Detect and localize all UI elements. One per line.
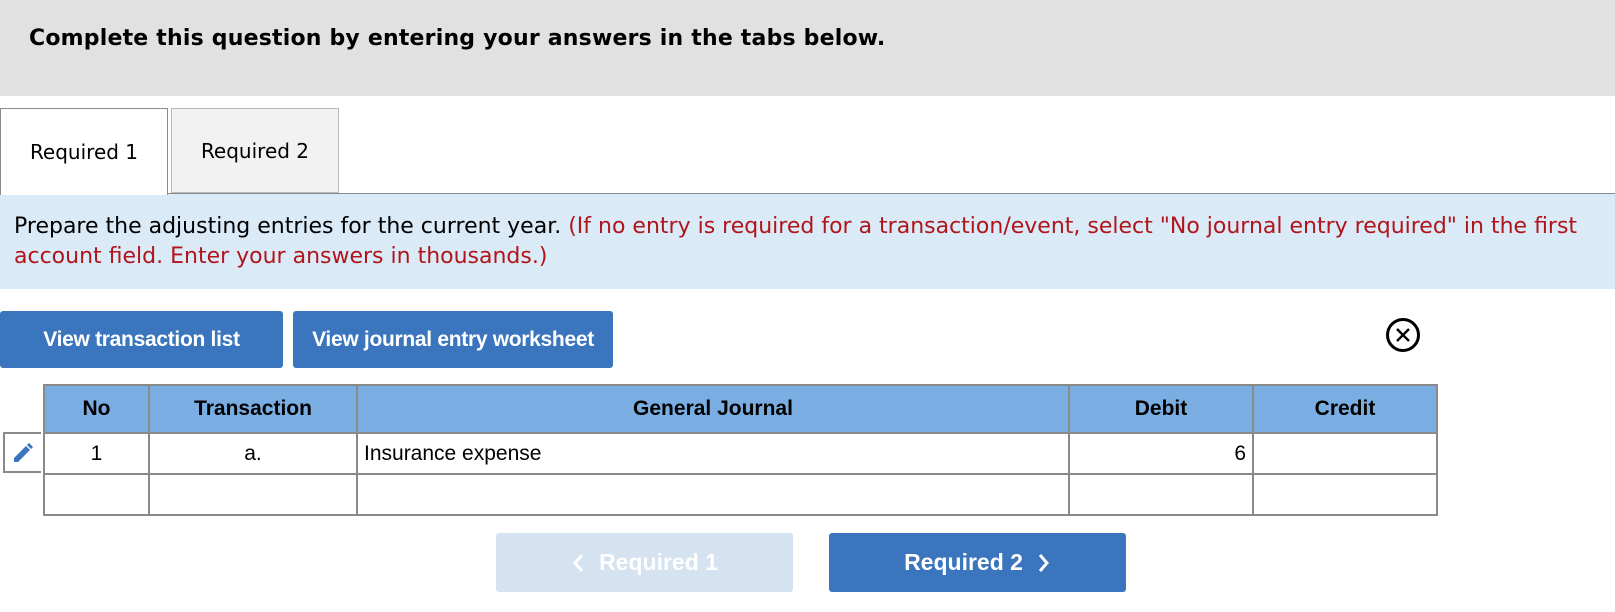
account-cell[interactable] bbox=[356, 473, 1070, 516]
prev-required-button: Required 1 bbox=[496, 533, 793, 592]
header-general-journal: General Journal bbox=[356, 384, 1070, 434]
journal-table: No Transaction General Journal Debit Cre… bbox=[43, 384, 1438, 516]
pencil-icon bbox=[14, 442, 33, 462]
row-no bbox=[43, 473, 150, 516]
instruction-main: Prepare the adjusting entries for the cu… bbox=[14, 214, 562, 239]
header-debit: Debit bbox=[1068, 384, 1254, 434]
account-cell[interactable]: Insurance expense bbox=[356, 432, 1070, 475]
debit-cell[interactable] bbox=[1068, 473, 1254, 516]
row-no: 1 bbox=[43, 432, 150, 475]
table-row: 1 a. Insurance expense 6 bbox=[43, 432, 1438, 475]
tab-required-2[interactable]: Required 2 bbox=[171, 108, 339, 193]
view-journal-worksheet-button[interactable]: View journal entry worksheet bbox=[293, 311, 613, 368]
instruction-box: Prepare the adjusting entries for the cu… bbox=[0, 194, 1615, 289]
chevron-right-icon bbox=[1038, 553, 1049, 572]
header-transaction: Transaction bbox=[148, 384, 358, 434]
row-transaction: a. bbox=[148, 432, 358, 475]
table-header-row: No Transaction General Journal Debit Cre… bbox=[43, 384, 1438, 434]
header-credit: Credit bbox=[1252, 384, 1438, 434]
edit-row-button[interactable] bbox=[3, 432, 41, 473]
next-required-button[interactable]: Required 2 bbox=[829, 533, 1126, 592]
table-row bbox=[43, 473, 1438, 516]
question-header: Complete this question by entering your … bbox=[0, 0, 1615, 96]
header-instruction: Complete this question by entering your … bbox=[29, 26, 886, 51]
chevron-left-icon bbox=[573, 553, 584, 572]
close-icon[interactable] bbox=[1386, 318, 1420, 352]
tab-required-1[interactable]: Required 1 bbox=[0, 108, 168, 195]
credit-cell[interactable] bbox=[1252, 473, 1438, 516]
credit-cell[interactable] bbox=[1252, 432, 1438, 475]
row-transaction bbox=[148, 473, 358, 516]
view-transaction-list-button[interactable]: View transaction list bbox=[0, 311, 283, 368]
debit-cell[interactable]: 6 bbox=[1068, 432, 1254, 475]
prev-label: Required 1 bbox=[599, 549, 718, 575]
header-no: No bbox=[43, 384, 150, 434]
next-label: Required 2 bbox=[904, 549, 1023, 575]
